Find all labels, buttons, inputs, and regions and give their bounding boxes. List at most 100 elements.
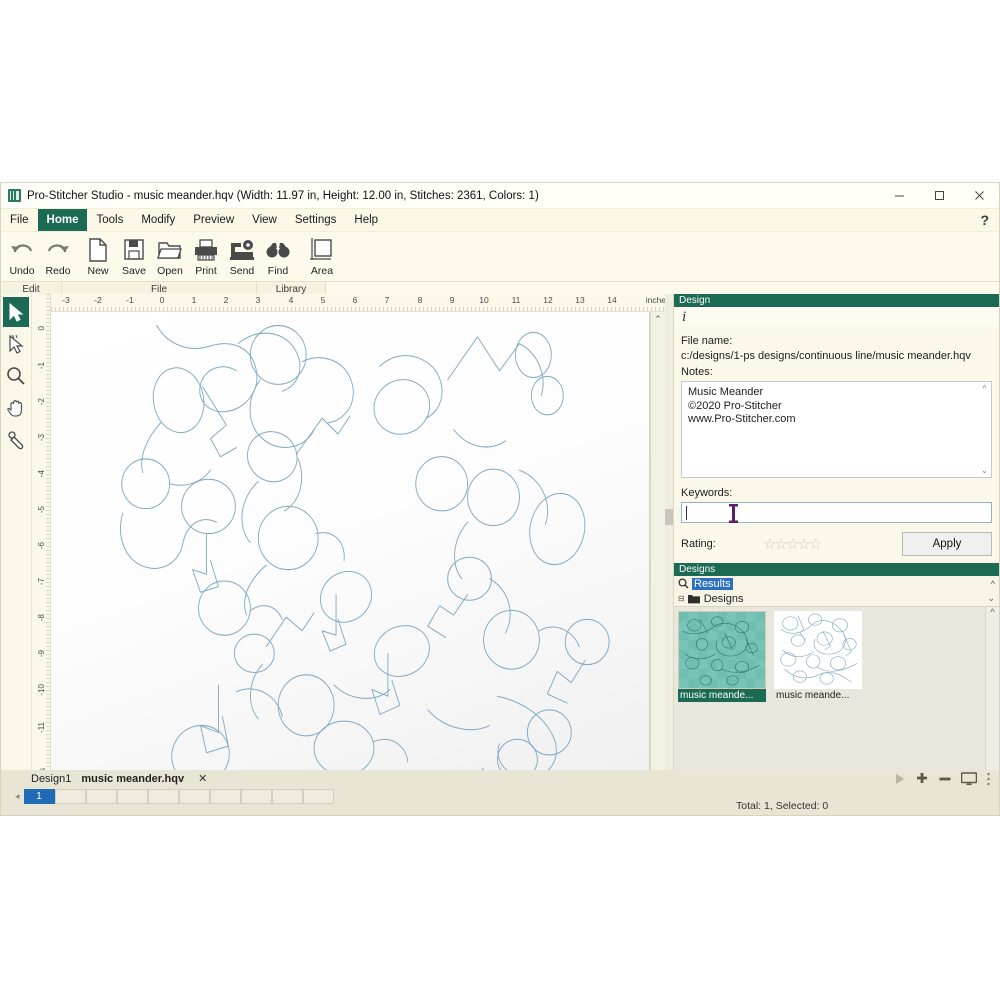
page-prev-arrow-icon[interactable]: ◂ [15, 791, 20, 802]
tab-close-icon[interactable]: ✕ [198, 772, 207, 785]
play-icon[interactable] [894, 773, 906, 785]
vruler-label-1: -1 [37, 362, 46, 370]
page-cell-5[interactable] [147, 788, 179, 804]
star-icon-4[interactable]: ☆ [797, 537, 811, 552]
area-button[interactable]: Area [302, 235, 342, 277]
hruler-label-4: 1 [191, 295, 197, 305]
rating-row: Rating: ☆ ☆ ☆ ☆ ☆ Apply [681, 532, 992, 556]
panel-splitter[interactable] [665, 294, 673, 815]
page-cell-3[interactable] [85, 788, 117, 804]
folder-expander-icon[interactable]: ⊟ [678, 594, 685, 603]
thumbnails-scroll-up-icon[interactable]: ^ [990, 607, 994, 617]
tab-music-meander[interactable]: music meander.hqv [81, 773, 184, 785]
keywords-input[interactable] [681, 502, 992, 523]
save-button[interactable]: Save [117, 235, 151, 277]
menu-preview[interactable]: Preview [184, 209, 243, 231]
hruler-label-1: -2 [94, 295, 102, 305]
monitor-icon[interactable] [961, 772, 977, 786]
tab-design1[interactable]: Design1 [31, 773, 71, 785]
notes-scrollbar[interactable]: ^ ⌄ [980, 384, 989, 475]
close-button[interactable] [959, 183, 999, 208]
design-info-strip: i [674, 307, 999, 327]
page-cell-10[interactable] [302, 788, 334, 804]
page-selector-row: ◂ 1 [1, 787, 676, 805]
send-label: Send [229, 265, 255, 277]
pan-hand-tool[interactable] [3, 393, 29, 423]
results-row[interactable]: Results ^ [674, 576, 999, 591]
vruler-label-11: -11 [37, 722, 46, 733]
thumbnails-scrollbar[interactable]: ^ ⌄ [985, 607, 999, 796]
open-button[interactable]: Open [153, 235, 187, 277]
design-canvas[interactable] [51, 312, 650, 799]
menu-tools[interactable]: Tools [87, 209, 132, 231]
designs-panel-title: Designs [674, 563, 999, 576]
node-edit-arrow-tool[interactable] [3, 329, 29, 359]
notes-scroll-down-icon[interactable]: ⌄ [981, 466, 988, 475]
hruler-label-0: -3 [62, 295, 70, 305]
horizontal-ruler-ticks [51, 307, 665, 311]
design-thumbnail-2[interactable]: music meande... [774, 611, 862, 796]
info-icon[interactable]: i [682, 309, 686, 326]
star-icon-2[interactable]: ☆ [774, 537, 788, 552]
hruler-label-9: 6 [352, 295, 358, 305]
page-cell-9[interactable] [271, 788, 303, 804]
canvas-vertical-scrollbar[interactable]: ⌃ ⌄ [650, 312, 665, 799]
send-button[interactable]: Send [225, 235, 259, 277]
help-question-icon[interactable]: ? [970, 209, 999, 231]
plus-icon[interactable] [915, 772, 929, 786]
menu-file[interactable]: File [1, 209, 38, 231]
vertical-ruler: 0 -1 -2 -3 -4 -5 -6 -7 -8 -9 -10 -11 inc… [32, 294, 51, 815]
undo-button[interactable]: Undo [5, 235, 39, 277]
star-icon-1[interactable]: ☆ [763, 537, 777, 552]
undo-label: Undo [9, 265, 35, 277]
designs-scroll-down-icon[interactable]: ⌄ [987, 593, 995, 604]
hruler-label-13: 10 [479, 295, 489, 305]
design-panel-body: File name: c:/designs/1-ps designs/conti… [674, 327, 999, 556]
designs-folder-row[interactable]: ⊟ Designs ⌄ [674, 591, 999, 606]
printer-icon [193, 235, 219, 265]
zoom-magnifier-tool[interactable] [3, 361, 29, 391]
page-cell-8[interactable] [240, 788, 272, 804]
eyedropper-tool[interactable] [3, 425, 29, 455]
hand-icon [7, 400, 22, 417]
page-cell-4[interactable] [116, 788, 148, 804]
notes-textarea[interactable]: Music Meander ©2020 Pro-Stitcher www.Pro… [681, 381, 992, 478]
star-icon-5[interactable]: ☆ [809, 537, 823, 552]
menu-modify[interactable]: Modify [132, 209, 184, 231]
rating-stars[interactable]: ☆ ☆ ☆ ☆ ☆ [763, 537, 823, 552]
page-cell-7[interactable] [209, 788, 241, 804]
print-label: Print [195, 265, 217, 277]
star-icon-3[interactable]: ☆ [786, 537, 800, 552]
page-cell-2[interactable] [54, 788, 86, 804]
redo-button[interactable]: Redo [41, 235, 75, 277]
minus-icon[interactable] [938, 772, 952, 786]
page-cell-1[interactable]: 1 [23, 788, 55, 804]
print-preview-button[interactable]: Print [189, 235, 223, 277]
design-thumbnail-1[interactable]: music meande... [678, 611, 766, 796]
vertical-ruler-ticks [46, 294, 50, 815]
scroll-up-arrow[interactable]: ⌃ [654, 312, 662, 327]
thumbnail-caption-2: music meande... [776, 690, 850, 701]
menu-settings[interactable]: Settings [286, 209, 346, 231]
menu-home[interactable]: Home [37, 209, 88, 231]
find-button[interactable]: Find [261, 235, 295, 277]
designs-scroll-up-icon[interactable]: ^ [991, 579, 995, 589]
hruler-label-10: 7 [384, 295, 390, 305]
new-label: New [87, 265, 109, 277]
notes-scroll-up-icon[interactable]: ^ [983, 384, 987, 393]
menu-view[interactable]: View [243, 209, 286, 231]
menu-help[interactable]: Help [345, 209, 387, 231]
window-controls [879, 183, 999, 208]
redo-label: Redo [45, 265, 71, 277]
maximize-button[interactable] [919, 183, 959, 208]
file-name-label: File name: [681, 335, 733, 347]
hruler-label-8: 5 [320, 295, 326, 305]
minimize-button[interactable] [879, 183, 919, 208]
apply-button[interactable]: Apply [902, 532, 992, 556]
more-vertical-icon[interactable] [986, 772, 991, 786]
select-arrow-tool[interactable] [3, 297, 29, 327]
status-text: Total: 1, Selected: 0 [736, 800, 829, 812]
page-cell-6[interactable] [178, 788, 210, 804]
new-button[interactable]: New [81, 235, 115, 277]
vruler-label-8: -8 [37, 614, 46, 622]
